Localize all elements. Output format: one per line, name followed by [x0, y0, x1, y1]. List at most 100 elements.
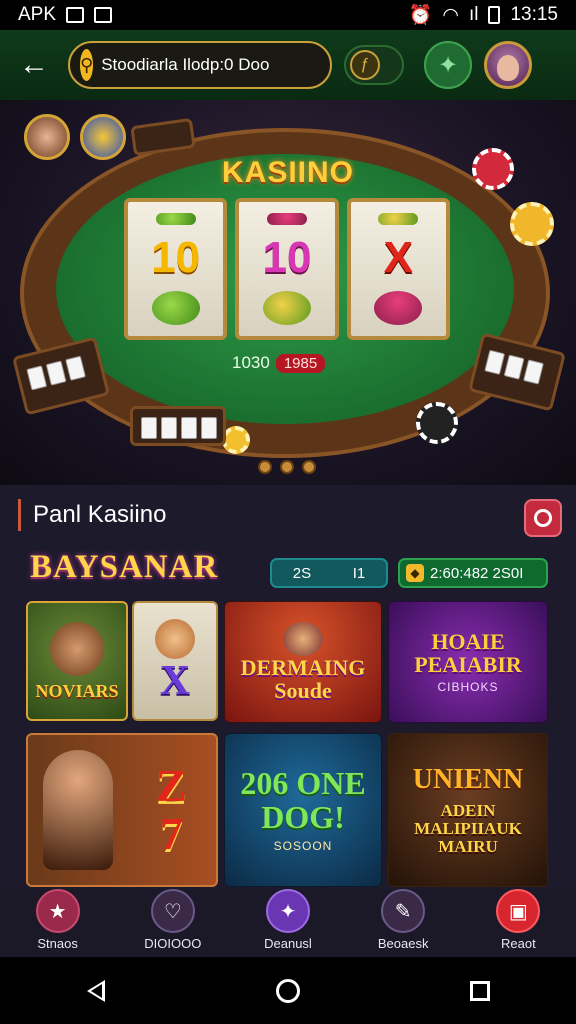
game-tile-noviars[interactable]: NOVIARS	[26, 601, 128, 721]
reel-3: X	[346, 198, 450, 340]
tile-title: X	[159, 657, 191, 704]
search-box[interactable]: ⚲	[68, 41, 332, 89]
speaker-icon: ✎	[381, 889, 426, 933]
section-action-button[interactable]	[524, 499, 562, 537]
balance-value: 2:60:482 2S0I	[430, 564, 524, 582]
nav-label: Deanusl	[264, 936, 312, 951]
balance-pill[interactable]: ◆ 2:60:482 2S0I	[398, 558, 548, 588]
tile-title: NOVIARS	[35, 680, 119, 701]
pager-dot[interactable]	[302, 460, 316, 474]
tile-title: Z 7	[156, 759, 187, 859]
reel-1: 10	[124, 198, 228, 340]
signal-icon: ıl	[468, 4, 479, 25]
reel-symbol: 10	[262, 232, 312, 282]
star-icon: ★	[35, 889, 80, 933]
section-accent-bar	[18, 499, 21, 531]
jackpot-counter: 1030 1985	[232, 353, 326, 373]
search-icon: ⚲	[80, 49, 94, 81]
reel-fruit	[262, 290, 311, 325]
heart-icon: ♡	[150, 889, 195, 933]
system-nav-bar	[0, 957, 576, 1024]
tile-subtitle: CIBHOKS	[437, 680, 499, 695]
back-button[interactable]: ←	[12, 43, 56, 87]
reel-fruit-top	[266, 213, 307, 226]
game-tile-z7[interactable]: Z 7	[26, 733, 218, 887]
coin-badge-icon: ◆	[406, 564, 424, 582]
tile-subtitle: SOSOON	[273, 838, 333, 853]
nav-item-beoaesk[interactable]: ✎ Beoaesk	[353, 889, 453, 951]
player-avatar-2[interactable]	[80, 114, 126, 160]
system-home-button[interactable]	[258, 961, 318, 1021]
puzzle-icon: ✦	[437, 51, 459, 79]
reel-fruit	[151, 290, 200, 325]
reel-symbol: X	[383, 232, 413, 282]
wifi-icon: ◠	[442, 4, 459, 26]
status-time: 13:15	[510, 4, 558, 25]
ring-icon	[534, 509, 552, 527]
stat-pill-a-value2: I1	[352, 564, 366, 582]
character-art	[283, 621, 323, 656]
game-tile-unienn[interactable]: UNIENN ADEIN MALIPIIAUK MAIRU	[388, 733, 548, 887]
hero-title: KASIINO	[221, 156, 354, 189]
game-tile-peaiabir[interactable]: HOAIE PEAIABIR CIBHOKS	[388, 601, 548, 723]
profile-avatar-button[interactable]	[484, 41, 532, 89]
nav-label: Stnaos	[37, 936, 78, 951]
character-art	[50, 621, 104, 676]
game-tile-dog[interactable]: 206 ONE DOG! SOSOON	[224, 733, 382, 887]
section-title: Panl Kasiino	[33, 501, 167, 528]
player-avatar-1[interactable]	[24, 114, 70, 160]
friends-button[interactable]: ✦	[424, 41, 472, 89]
character-art	[42, 750, 113, 870]
nav-label: Reaot	[500, 936, 536, 951]
chip-stack	[416, 402, 458, 444]
mode-toggle[interactable]: ƒ	[344, 45, 404, 85]
carousel-pager	[258, 460, 316, 474]
pager-dot[interactable]	[258, 460, 272, 474]
notification-icon	[66, 7, 85, 23]
avatar-icon	[497, 55, 519, 81]
counter-primary: 1030	[232, 353, 270, 372]
nav-label: Beoaesk	[377, 936, 429, 951]
hero-banner[interactable]: KASIINO 10 10 X 1030 1985	[0, 100, 576, 485]
square-recents-icon	[470, 980, 490, 1001]
status-bar: APK ⏰ ◠ ıl 13:15	[0, 0, 576, 30]
pager-dot[interactable]	[280, 460, 294, 474]
circle-home-icon	[276, 978, 300, 1003]
stat-pill-a: 2S I1	[270, 558, 388, 588]
app-header: ← ⚲ ƒ ✦	[0, 30, 576, 100]
games-panel: Panl Kasiino BAYSANAR 2S I1 ◆ 2:60:482 2…	[0, 485, 576, 889]
system-back-button[interactable]	[66, 961, 126, 1021]
tile-title: HOAIE PEAIABIR	[414, 628, 522, 677]
coin-icon: ƒ	[350, 50, 380, 80]
game-tile-x[interactable]: X	[132, 601, 218, 721]
stat-pill-a-value1: 2S	[292, 564, 312, 582]
reel-fruit	[374, 290, 423, 325]
system-recents-button[interactable]	[450, 961, 510, 1021]
brand-logo: BAYSANAR	[30, 549, 219, 585]
nav-item-reaot[interactable]: ▣ Reaot	[468, 889, 568, 951]
nav-item-dioioo[interactable]: ♡ DIOIOOO	[123, 889, 223, 951]
reel-2: 10	[235, 198, 339, 340]
game-tile-dermaing[interactable]: DERMAING Soude	[224, 601, 382, 723]
chat-icon: ▣	[496, 889, 541, 933]
section-header: Panl Kasiino	[18, 499, 166, 531]
slot-reels[interactable]: 10 10 X	[124, 198, 450, 340]
card-tray-center	[130, 406, 226, 446]
reel-fruit-top	[378, 213, 419, 226]
status-carrier-text: APK	[18, 4, 57, 25]
bottom-nav: ★ Stnaos ♡ DIOIOOO ✦ Deanusl ✎ Beoaesk ▣…	[0, 889, 576, 957]
chip-stack	[510, 202, 554, 246]
image-icon	[94, 7, 113, 23]
tile-title: 206 ONE DOG!	[240, 765, 366, 835]
alarm-icon: ⏰	[408, 5, 433, 26]
chip-stack	[222, 426, 250, 454]
tile-title: DERMAING Soude	[240, 654, 366, 703]
nav-label: DIOIOOO	[144, 936, 202, 951]
reel-symbol: 10	[151, 232, 201, 282]
counter-badge: 1985	[275, 353, 326, 373]
battery-icon	[488, 6, 501, 24]
search-input[interactable]	[101, 55, 323, 75]
sparkle-star-icon: ✦	[265, 889, 310, 933]
nav-item-stnaos[interactable]: ★ Stnaos	[8, 889, 108, 951]
nav-item-deanusl[interactable]: ✦ Deanusl	[238, 889, 338, 951]
